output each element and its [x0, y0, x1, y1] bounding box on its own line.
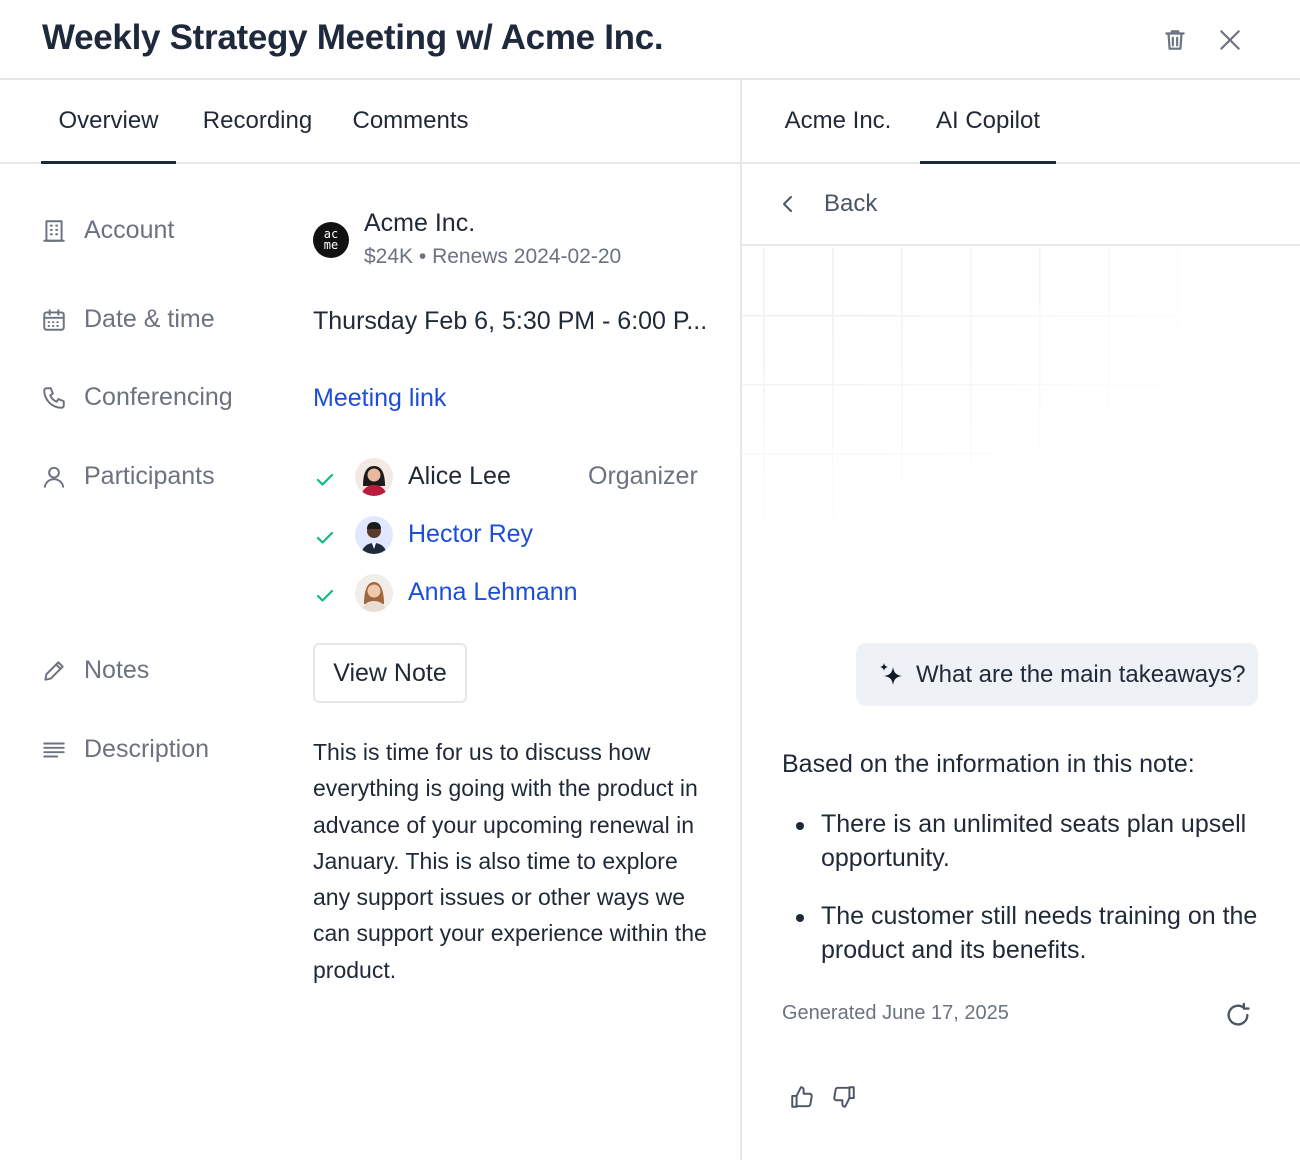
thumbs-up-button[interactable]: [787, 1082, 817, 1112]
participant-row: Hector Rey: [313, 516, 713, 560]
notes-row-label: Notes: [40, 656, 149, 685]
user-prompt-bubble: What are the main takeaways?: [856, 643, 1258, 706]
building-icon: [40, 217, 68, 245]
datetime-row-label: Date & time: [40, 305, 215, 334]
phone-icon: [40, 384, 68, 412]
answer-intro: Based on the information in this note:: [782, 750, 1195, 778]
regenerate-button[interactable]: [1222, 999, 1254, 1031]
sparkle-icon: [876, 659, 908, 691]
participant-role: Organizer: [588, 462, 698, 490]
calendar-icon: [40, 306, 68, 334]
meeting-link[interactable]: Meeting link: [313, 384, 446, 413]
participant-row: Anna Lehmann: [313, 574, 713, 618]
tab-overview[interactable]: Overview: [41, 80, 176, 164]
datetime-value: Thursday Feb 6, 5:30 PM - 6:00 P...: [313, 307, 708, 335]
avatar: [355, 574, 393, 612]
chevron-left-icon[interactable]: [778, 192, 800, 218]
answer-bullet: The customer still needs training on the…: [796, 899, 1261, 967]
close-icon: [1220, 30, 1240, 50]
dialog-header: Weekly Strategy Meeting w/ Acme Inc.: [0, 0, 1300, 80]
account-label: Account: [84, 216, 175, 244]
right-tab-bar: Acme Inc. AI Copilot: [742, 80, 1300, 164]
tab-recording[interactable]: Recording: [190, 80, 325, 162]
check-icon: [313, 526, 339, 552]
text-lines-icon: [40, 736, 68, 764]
thumbs-down-button[interactable]: [829, 1082, 859, 1112]
participant-name: Alice Lee: [408, 462, 511, 490]
acme-logo: ac me: [313, 222, 349, 258]
check-icon: [313, 584, 339, 610]
close-button[interactable]: [1214, 24, 1246, 56]
tab-ai-copilot[interactable]: AI Copilot: [920, 80, 1056, 164]
conferencing-label: Conferencing: [84, 383, 233, 411]
participants-row-label: Participants: [40, 462, 215, 491]
decorative-grid: [742, 248, 1298, 568]
datetime-label: Date & time: [84, 305, 215, 333]
meeting-title: Weekly Strategy Meeting w/ Acme Inc.: [42, 18, 664, 57]
participant-name-link[interactable]: Hector Rey: [408, 520, 533, 549]
view-note-button[interactable]: View Note: [313, 643, 467, 703]
prompt-text: What are the main takeaways?: [916, 660, 1246, 688]
avatar: [355, 516, 393, 554]
notes-label: Notes: [84, 656, 150, 684]
account-subtitle: $24K • Renews 2024-02-20: [364, 245, 622, 268]
avatar: [355, 458, 393, 496]
account-row-label: Account: [40, 216, 174, 245]
answer-bullet-list: There is an unlimited seats plan upsell …: [796, 807, 1261, 991]
conferencing-row-label: Conferencing: [40, 383, 233, 412]
thumbs-up-icon: [791, 1086, 813, 1108]
user-icon: [40, 463, 68, 491]
delete-button[interactable]: [1159, 24, 1191, 56]
tab-acme[interactable]: Acme Inc.: [772, 80, 904, 162]
trash-icon: [1165, 30, 1185, 50]
check-icon: [313, 468, 339, 494]
answer-bullet: There is an unlimited seats plan upsell …: [796, 807, 1261, 875]
participant-row: Alice Lee Organizer: [313, 458, 713, 502]
refresh-icon: [1227, 1002, 1250, 1026]
left-tab-bar: Overview Recording Comments: [0, 80, 740, 164]
back-bar: Back: [742, 164, 1300, 246]
participants-label: Participants: [84, 462, 215, 490]
tab-comments[interactable]: Comments: [340, 80, 481, 162]
generated-timestamp: Generated June 17, 2025: [782, 1002, 1009, 1024]
participant-name-link[interactable]: Anna Lehmann: [408, 578, 578, 607]
description-row-label: Description: [40, 735, 209, 764]
thumbs-down-icon: [833, 1086, 855, 1108]
pencil-icon: [40, 657, 68, 685]
account-name[interactable]: Acme Inc.: [364, 209, 475, 238]
description-text: This is time for us to discuss how every…: [313, 739, 707, 983]
back-link[interactable]: Back: [824, 190, 877, 218]
description-label: Description: [84, 735, 210, 763]
